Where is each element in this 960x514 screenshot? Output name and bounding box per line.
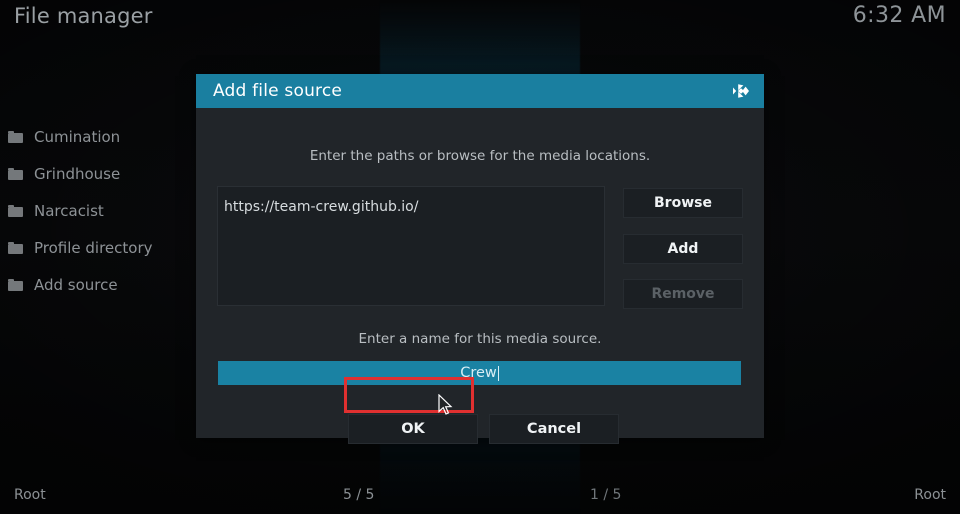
status-bar: Root 5 / 5 1 / 5 Root — [0, 480, 960, 514]
folder-icon — [8, 130, 23, 143]
list-item-label: Profile directory — [34, 238, 153, 257]
text-caret — [497, 365, 499, 381]
list-item[interactable]: Cumination — [0, 118, 196, 155]
source-name-value: Crew — [460, 365, 497, 381]
name-hint-label: Enter a name for this media source. — [358, 331, 602, 347]
dialog-title: Add file source — [213, 81, 343, 101]
list-item[interactable]: Profile directory — [0, 229, 196, 266]
clock: 6:32 AM — [852, 3, 946, 28]
folder-icon — [8, 167, 23, 180]
path-list[interactable]: https://team-crew.github.io/ — [217, 186, 605, 306]
folder-icon — [8, 241, 23, 254]
source-name-input[interactable]: Crew — [218, 361, 741, 385]
status-right-count: 1 / 5 — [590, 487, 622, 503]
list-item[interactable]: Narcacist — [0, 192, 196, 229]
list-item-label: Add source — [34, 275, 118, 294]
list-item-label: Narcacist — [34, 201, 104, 220]
dialog-title-bar: Add file source — [196, 74, 764, 108]
page-title: File manager — [14, 4, 153, 28]
add-file-source-dialog: Add file source Enter the paths or brows… — [196, 74, 764, 444]
status-right-path: Root — [914, 487, 946, 503]
list-item-label: Cumination — [34, 127, 121, 146]
cancel-button[interactable]: Cancel — [489, 414, 619, 444]
top-bar: File manager 6:32 AM — [0, 0, 960, 44]
remove-button: Remove — [623, 279, 743, 309]
file-list: Cumination Grindhouse Narcacist Profile … — [0, 118, 196, 303]
folder-icon — [8, 204, 23, 217]
kodi-screen: File manager 6:32 AM Cumination Grindhou… — [0, 0, 960, 514]
add-button[interactable]: Add — [623, 234, 743, 264]
list-item[interactable]: Grindhouse — [0, 155, 196, 192]
kodi-logo-icon — [730, 80, 752, 102]
browse-button[interactable]: Browse — [623, 188, 743, 218]
ok-button[interactable]: OK — [348, 414, 478, 444]
status-left-path: Root — [14, 487, 46, 503]
list-item-add-source[interactable]: Add source — [0, 266, 196, 303]
path-list-item[interactable]: https://team-crew.github.io/ — [224, 199, 418, 215]
list-item-label: Grindhouse — [34, 164, 121, 183]
dialog-body: Enter the paths or browse for the media … — [196, 108, 764, 444]
status-left-count: 5 / 5 — [343, 487, 375, 503]
folder-icon — [8, 278, 23, 291]
paths-hint-label: Enter the paths or browse for the media … — [309, 148, 651, 164]
